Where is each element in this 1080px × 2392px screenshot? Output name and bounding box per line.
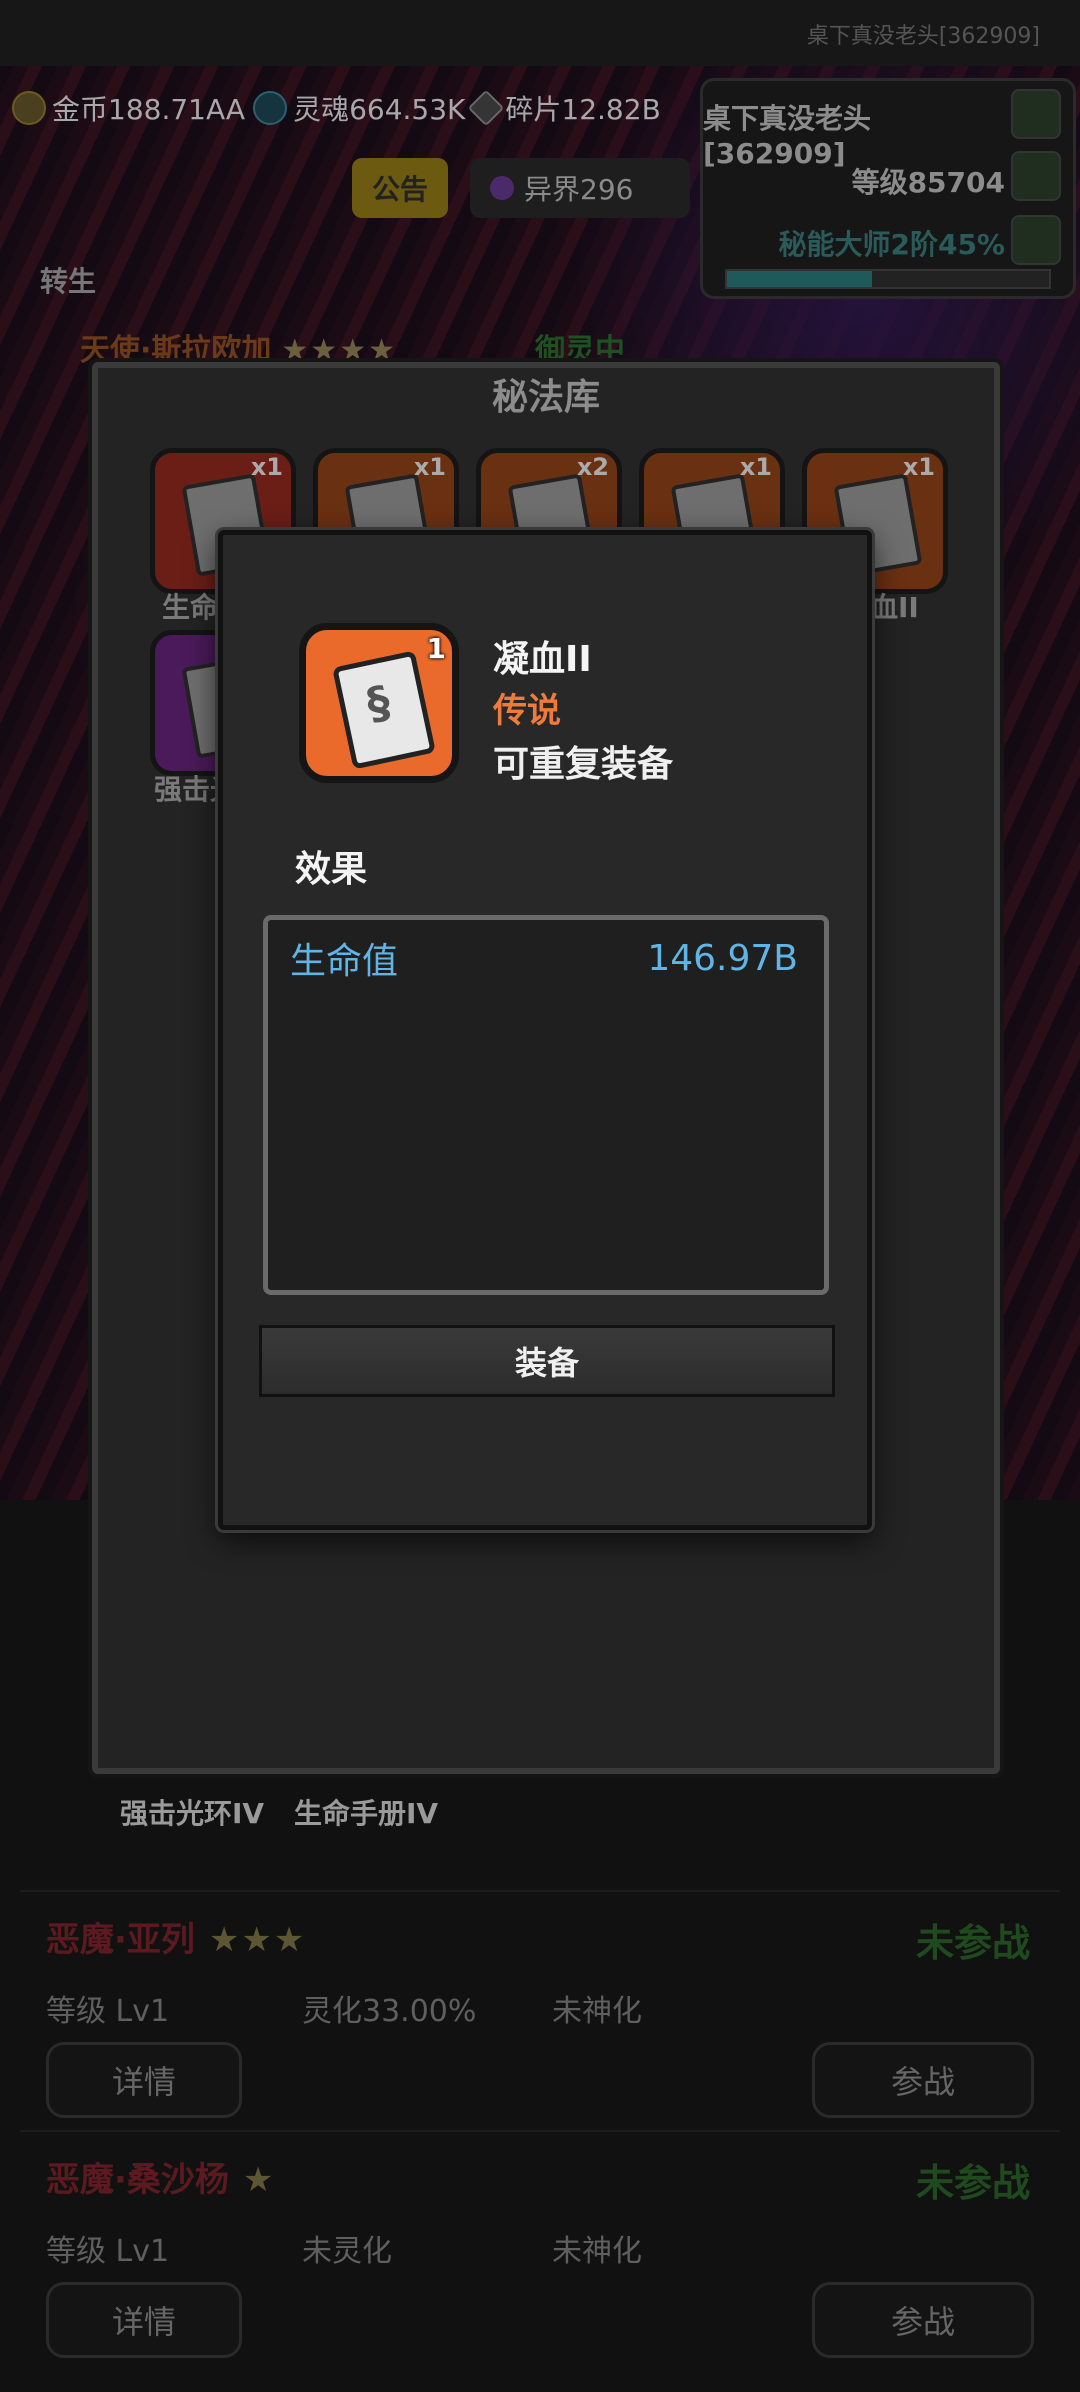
- library-item-label: 血II: [870, 591, 919, 624]
- hero-card: 恶魔·亚列 ★★★ 未参战 等级 Lv1 灵化33.00% 未神化 详情 参战: [0, 1890, 1080, 2152]
- leaf-icon: [1011, 89, 1061, 139]
- hero-battle-button[interactable]: 参战: [812, 2042, 1034, 2118]
- equipped-slot-label[interactable]: 强击光环IV: [120, 1792, 264, 1832]
- rune-icon: 1: [299, 623, 459, 783]
- player-name-small: 桌下真没老头[362909]: [806, 24, 1040, 49]
- rune-repeatable: 可重复装备: [493, 744, 674, 785]
- hero-name: 恶魔·桑沙杨 ★: [46, 2152, 275, 2201]
- rank-progress-bar: [725, 269, 1051, 289]
- player-card[interactable]: 桌下真没老头[362909] 等级85704 秘能大师2阶45%: [700, 78, 1076, 299]
- rune-detail-modal: 1 凝血II 传说 可重复装备 效果 生命值 146.97B 装备: [218, 530, 872, 1530]
- player-level: 等级85704: [851, 166, 1005, 199]
- library-title: 秘法库: [491, 377, 600, 418]
- hero-spirit: 未灵化: [302, 2234, 392, 2269]
- hero-spirit: 灵化33.00%: [302, 1994, 477, 2029]
- realm-label: 异界296: [524, 173, 634, 206]
- item-count: x1: [739, 453, 772, 481]
- rebirth-label[interactable]: 转生: [40, 260, 96, 300]
- item-count: x2: [576, 453, 609, 481]
- gold-amount: 金币188.71AA: [52, 93, 246, 126]
- player-rank: 秘能大师2阶45%: [778, 228, 1005, 261]
- hero-name: 恶魔·亚列 ★★★: [46, 1912, 306, 1961]
- shard-amount: 碎片12.82B: [505, 93, 661, 126]
- gold-coin-icon: [12, 91, 46, 125]
- item-count: x1: [250, 453, 283, 481]
- swirl-icon: [1011, 215, 1061, 265]
- hero-name-text: 恶魔·桑沙杨: [46, 2160, 229, 2200]
- rune-book-icon: [332, 650, 436, 770]
- hero-stars: ★★★: [208, 1920, 307, 1960]
- hero-detail-button[interactable]: 详情: [46, 2042, 242, 2118]
- rank-progress-fill: [727, 271, 872, 287]
- equip-button[interactable]: 装备: [259, 1325, 835, 1397]
- divider: [20, 1890, 1060, 1892]
- item-count: x1: [902, 453, 935, 481]
- soul-icon: [253, 91, 288, 125]
- hero-card: 恶魔·桑沙杨 ★ 未参战 等级 Lv1 未灵化 未神化 详情 参战: [0, 2130, 1080, 2392]
- equipped-slot-label[interactable]: 生命手册IV: [294, 1792, 438, 1832]
- library-item-label: 生命: [162, 591, 219, 624]
- hero-deify: 未神化: [552, 2234, 642, 2269]
- divider: [20, 2130, 1060, 2132]
- resource-bar: 金币188.71AA 灵魂664.53K 碎片12.82B: [0, 80, 712, 136]
- hero-stars: ★: [242, 2160, 276, 2200]
- effect-title: 效果: [295, 849, 368, 890]
- hero-detail-button[interactable]: 详情: [46, 2282, 242, 2358]
- shard-resource: 碎片12.82B: [468, 88, 661, 128]
- soul-amount: 灵魂664.53K: [293, 93, 466, 126]
- effect-stat-name: 生命值: [290, 941, 399, 982]
- rune-rarity: 传说: [493, 691, 561, 731]
- hero-name-text: 恶魔·亚列: [46, 1920, 195, 1960]
- hero-status: 未参战: [915, 2161, 1030, 2205]
- hero-status: 未参战: [915, 1921, 1030, 1965]
- item-count: x1: [413, 453, 446, 481]
- gold-resource: 金币188.71AA: [12, 88, 245, 128]
- shard-icon: [468, 89, 505, 127]
- hero-level: 等级 Lv1: [46, 2234, 170, 2269]
- realm-indicator[interactable]: 异界296: [470, 158, 690, 218]
- hero-deify: 未神化: [552, 1994, 642, 2029]
- crown-icon: [1011, 151, 1061, 201]
- notice-button[interactable]: 公告: [352, 158, 448, 218]
- hero-level: 等级 Lv1: [46, 1994, 170, 2029]
- player-name: 桌下真没老头[362909]: [703, 102, 872, 170]
- rune-name: 凝血II: [493, 639, 592, 680]
- effect-stat-value: 146.97B: [647, 938, 798, 979]
- realm-icon: [490, 176, 514, 200]
- soul-resource: 灵魂664.53K: [253, 88, 465, 128]
- top-strip: 桌下真没老头[362909]: [0, 0, 1080, 66]
- hero-battle-button[interactable]: 参战: [812, 2282, 1034, 2358]
- effect-box: 生命值 146.97B: [263, 915, 829, 1295]
- rune-count: 1: [426, 632, 446, 665]
